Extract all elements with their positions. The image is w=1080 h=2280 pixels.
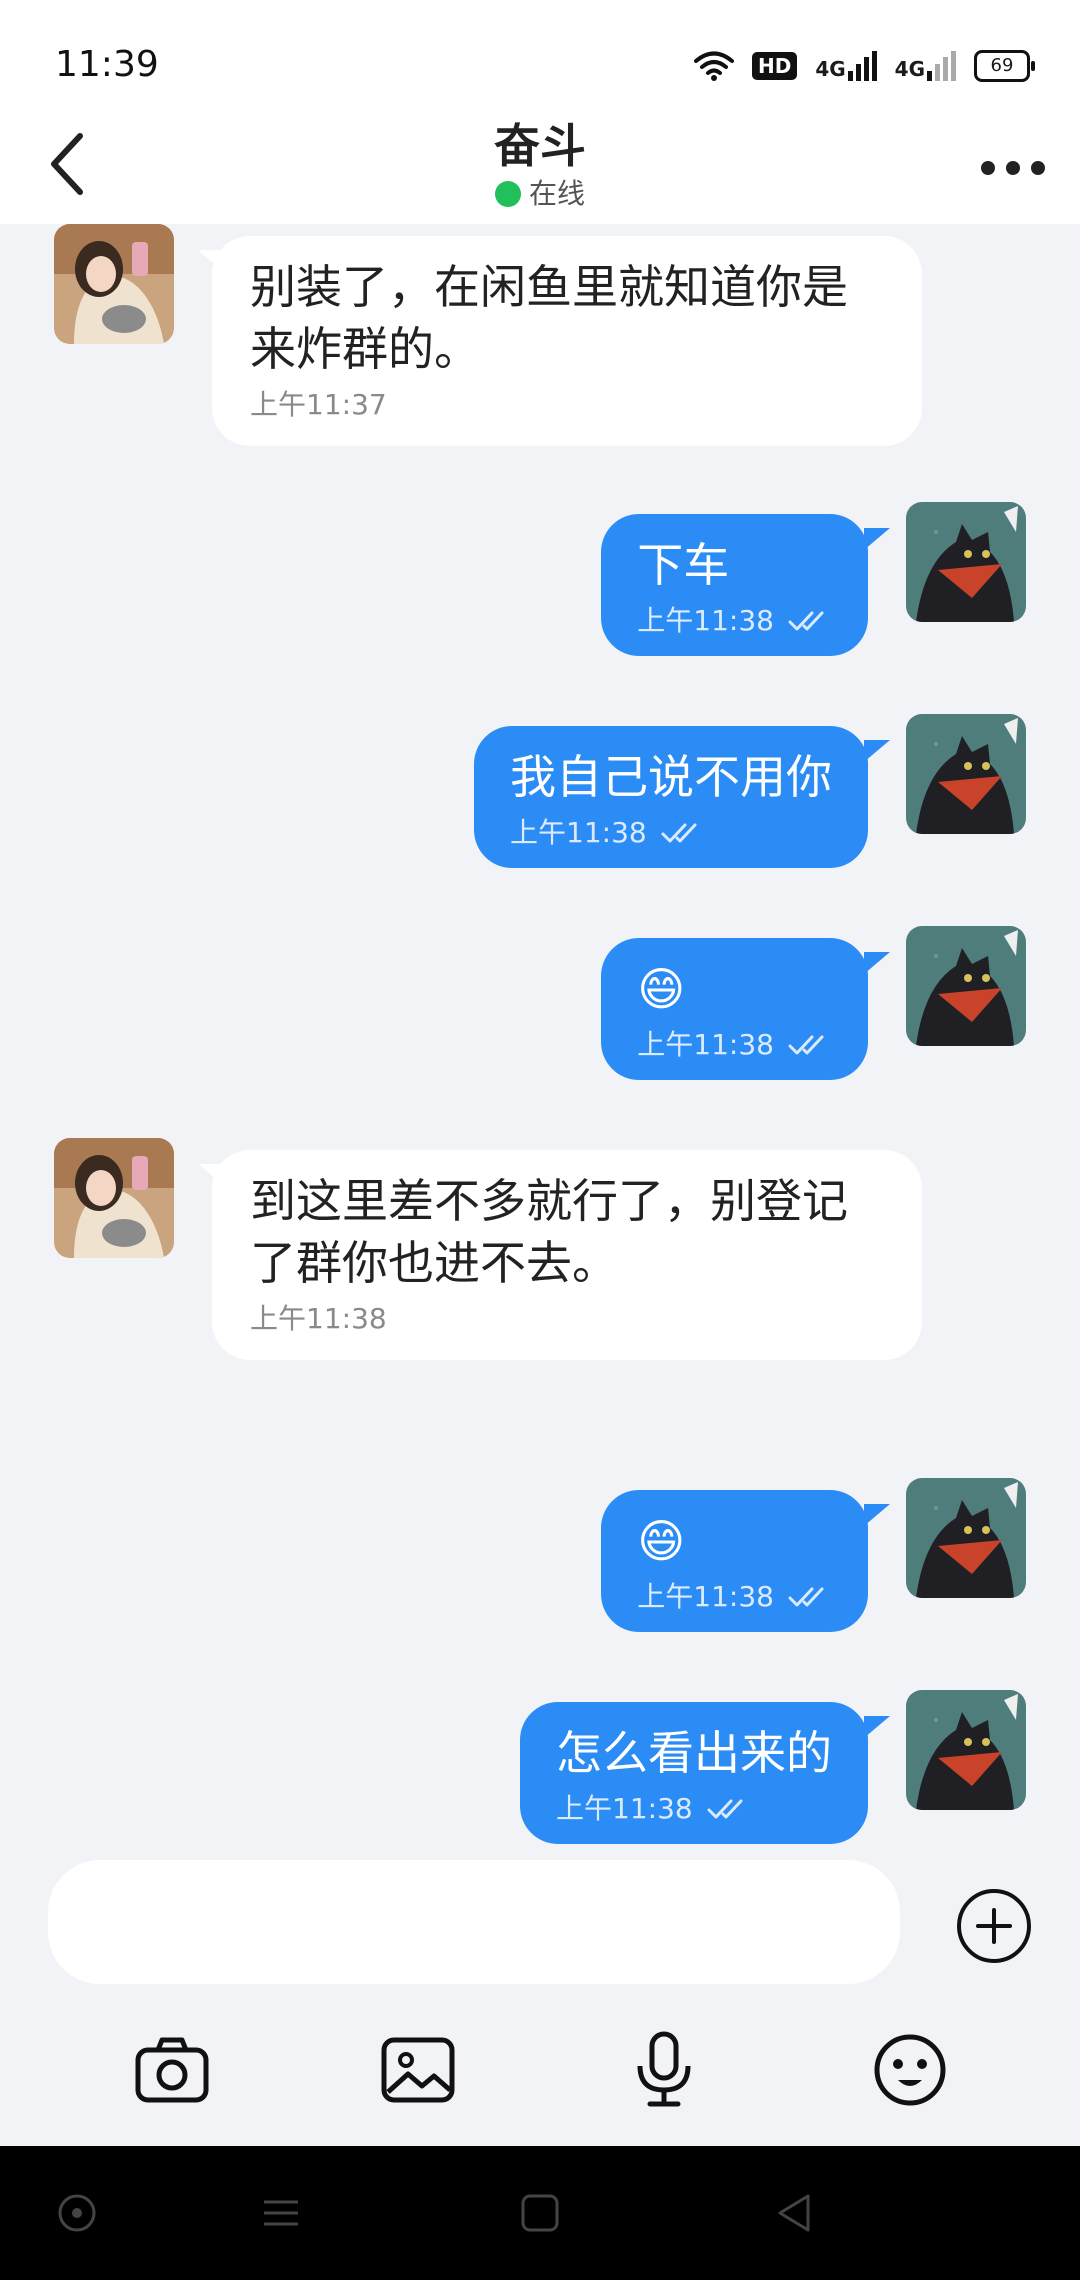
double-check-icon [788, 1033, 832, 1057]
signal-bars-icon [927, 51, 956, 81]
battery-icon: 69 [974, 50, 1035, 82]
signal-bars-icon [847, 51, 877, 81]
message-text: 我自己说不用你 [510, 750, 832, 804]
message-input[interactable] [48, 1860, 900, 1984]
system-nav-bar [0, 2146, 1080, 2280]
message-bubble-outgoing[interactable]: 😄 上午11:38 [601, 1490, 868, 1632]
status-bar: 11:39 HD 4G 4G 69 [0, 0, 1080, 110]
status-icons: HD 4G 4G 69 [693, 46, 1035, 86]
double-check-icon [788, 609, 832, 633]
presence-label: 在线 [528, 177, 585, 210]
message-bubble-outgoing[interactable]: 我自己说不用你 上午11:38 [474, 726, 868, 868]
message-list[interactable]: 别装了，在闲鱼里就知道你是来炸群的。 上午11:37 下车 上午11:38 我自… [0, 224, 1080, 1844]
hd-badge: HD [751, 52, 798, 80]
wifi-icon [693, 51, 734, 81]
bubble-tail [864, 1716, 890, 1738]
double-check-icon [707, 1797, 751, 1821]
double-check-icon [661, 821, 705, 845]
message-text: 别装了，在闲鱼里就知道你是来炸群的。 [250, 260, 848, 376]
message-time: 上午11:38 [556, 1792, 693, 1825]
message-time: 上午11:38 [510, 816, 647, 849]
menu-nav-icon[interactable] [256, 2188, 306, 2238]
message-emoji: 😄 [637, 1514, 686, 1568]
image-icon[interactable] [378, 2030, 458, 2110]
network-type-2: 4G [894, 57, 925, 81]
message-bubble-outgoing[interactable]: 下车 上午11:38 [601, 514, 868, 656]
back-nav-icon[interactable] [770, 2188, 820, 2238]
message-bubble-incoming[interactable]: 别装了，在闲鱼里就知道你是来炸群的。 上午11:37 [212, 236, 922, 446]
message-emoji: 😄 [637, 962, 686, 1016]
microphone-icon[interactable] [624, 2030, 704, 2110]
status-time: 11:39 [55, 44, 159, 85]
online-dot-icon [494, 181, 521, 207]
contact-avatar[interactable] [54, 1138, 174, 1258]
network-type-1: 4G [815, 57, 846, 81]
my-avatar[interactable] [906, 926, 1026, 1046]
bubble-tail [864, 528, 890, 550]
bubble-tail [864, 1504, 890, 1526]
message-time: 上午11:38 [637, 1028, 774, 1061]
my-avatar[interactable] [906, 1478, 1026, 1598]
message-bubble-outgoing[interactable]: 怎么看出来的 上午11:38 [520, 1702, 868, 1844]
message-time: 上午11:38 [637, 604, 774, 637]
message-time: 上午11:37 [250, 388, 387, 421]
double-check-icon [788, 1585, 832, 1609]
chat-header: 奋斗 在线 [0, 110, 1080, 224]
message-bubble-incoming[interactable]: 到这里差不多就行了，别登记了群你也进不去。 上午11:38 [212, 1150, 922, 1360]
emoji-icon[interactable] [870, 2030, 950, 2110]
my-avatar[interactable] [906, 1690, 1026, 1810]
signal-4g-2: 4G [895, 51, 956, 81]
input-toolbar [0, 2018, 1080, 2128]
my-avatar[interactable] [906, 714, 1026, 834]
home-nav-icon[interactable] [515, 2188, 565, 2238]
bubble-tail [864, 740, 890, 762]
message-text: 怎么看出来的 [556, 1726, 832, 1780]
camera-icon[interactable] [132, 2030, 212, 2110]
assistant-nav-icon[interactable] [52, 2188, 102, 2238]
message-time: 上午11:38 [637, 1580, 774, 1613]
message-text: 下车 [637, 538, 730, 592]
my-avatar[interactable] [906, 502, 1026, 622]
message-time: 上午11:38 [250, 1302, 387, 1335]
more-dots-icon[interactable] [978, 148, 1048, 188]
plus-circle-icon[interactable] [954, 1886, 1034, 1966]
bubble-tail [864, 952, 890, 974]
contact-avatar[interactable] [54, 224, 174, 344]
presence-status: 在线 [0, 172, 1080, 212]
chat-title: 奋斗 [494, 119, 586, 173]
message-bubble-outgoing[interactable]: 😄 上午11:38 [601, 938, 868, 1080]
signal-4g-1: 4G [815, 51, 877, 81]
message-text: 到这里差不多就行了，别登记了群你也进不去。 [250, 1174, 848, 1290]
